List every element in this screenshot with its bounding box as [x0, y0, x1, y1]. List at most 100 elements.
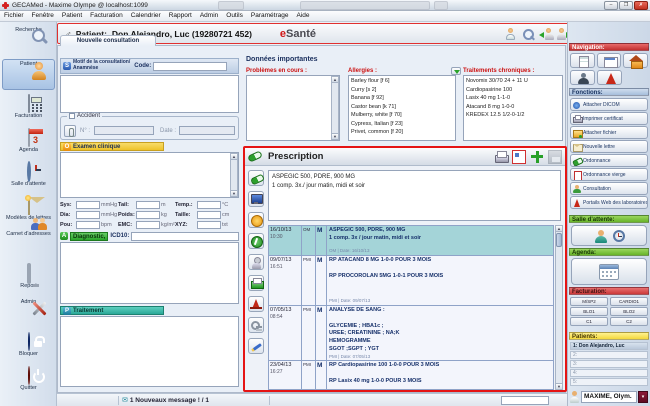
accident-checkbox[interactable]: [69, 113, 75, 119]
patient-slot-5[interactable]: 5:: [570, 378, 648, 386]
allergy-item[interactable]: Castor bean [k 71]: [351, 103, 453, 112]
allergy-item[interactable]: Banana [f 92]: [351, 94, 453, 103]
menu-item-calendrier[interactable]: Calendrier: [127, 11, 165, 21]
anamnese-textarea[interactable]: [60, 75, 239, 113]
fact-blo1-button[interactable]: BLO1: [570, 307, 608, 316]
allergy-item[interactable]: Curry [s 2]: [351, 86, 453, 95]
search-patient-button[interactable]: [521, 27, 535, 41]
consultation-button[interactable]: Consultation: [570, 182, 648, 195]
sidebar-item-facturation[interactable]: Facturation: [2, 93, 55, 124]
add-prescription-button[interactable]: [530, 150, 544, 164]
sidebar-item-agenda[interactable]: 3Agenda: [2, 127, 55, 158]
diagnostic-textarea[interactable]: [60, 242, 239, 304]
taille-input[interactable]: [197, 211, 221, 219]
allergy-item[interactable]: Mulberry, white [f 70]: [351, 111, 453, 120]
menu-item-outils[interactable]: Outils: [222, 11, 247, 21]
nav-home-button[interactable]: [623, 53, 648, 68]
minimize-button[interactable]: –: [604, 1, 618, 10]
fact-c2-button[interactable]: C2: [610, 317, 648, 326]
nav-document-button[interactable]: [570, 53, 595, 68]
print-prescription-button[interactable]: [494, 150, 508, 164]
salle-attente-button[interactable]: [571, 225, 647, 246]
poids-input[interactable]: [136, 211, 160, 219]
doctor-icon-button[interactable]: [503, 27, 517, 41]
examen-scrollbar[interactable]: ▲ ▼: [230, 153, 238, 197]
nav-card-button[interactable]: [597, 53, 622, 68]
keys-tool-button[interactable]: [248, 317, 264, 333]
fact-c1-button[interactable]: C1: [570, 317, 608, 326]
pen-tool-button[interactable]: [248, 338, 264, 354]
nouvelle-lettre-button[interactable]: Nouvelle lettre: [570, 140, 648, 153]
allergy-item[interactable]: Privet, common [f 20]: [351, 128, 453, 137]
new-message-status[interactable]: 1 Nouveaux message ! / 1: [130, 397, 209, 404]
prescription-row[interactable]: 16/10/1310:30 OM M ASPEGIC 500, PDRE, 90…: [269, 226, 553, 256]
paperclip-icon-button[interactable]: [64, 125, 76, 137]
coin-tool-button[interactable]: [248, 212, 264, 228]
prescription-row[interactable]: 07/05/1308:54 PMI M ANALYSE DE SANG : GL…: [269, 306, 553, 361]
tail-input[interactable]: [136, 201, 160, 209]
prescription-row[interactable]: 09/07/1316:51 PMI M RP ATACAND 8 MG 1-0-…: [269, 256, 553, 306]
sidebar-item-recherche[interactable]: Recherche: [2, 25, 55, 56]
traitement-textarea[interactable]: [60, 316, 239, 387]
allergy-item[interactable]: Cypress, Italian [f 23]: [351, 120, 453, 129]
menu-item-admin[interactable]: Admin: [196, 11, 222, 21]
prescription-editor[interactable]: ASPEGIC 500, PDRE, 900 MG 1 comp. 3x./ j…: [268, 170, 561, 221]
menu-item-patient[interactable]: Patient: [58, 11, 86, 21]
agenda-button[interactable]: [571, 258, 647, 285]
allergy-item[interactable]: Barley flour [f 6]: [351, 77, 453, 86]
menu-item-aide[interactable]: Aide: [292, 11, 313, 21]
person-tool-button[interactable]: [248, 254, 264, 270]
sidebar-item-patient[interactable]: Patient: [2, 59, 55, 90]
attacher-dicom-button[interactable]: Attacher DICOM: [570, 98, 648, 111]
patient-slot-1[interactable]: 1: Don Alejandro, Luc: [570, 342, 648, 350]
portails-web-laboratoires-button[interactable]: Portails Web des laboratoires: [570, 196, 648, 209]
close-button[interactable]: ✗: [634, 1, 648, 10]
patient-slot-2[interactable]: 2:: [570, 351, 648, 359]
previous-patient-button[interactable]: [539, 27, 553, 41]
sidebar-item-admin[interactable]: Admin: [2, 297, 55, 328]
sidebar-item-modeles-lettres[interactable]: Modèles de lettres: [2, 195, 55, 226]
fact-cardio1-button[interactable]: CARDIO1: [610, 297, 648, 306]
preview-prescription-button[interactable]: [512, 150, 526, 164]
nav-lab-button[interactable]: [597, 70, 622, 85]
allergies-add-button[interactable]: [451, 67, 461, 75]
dia-input[interactable]: [76, 211, 100, 219]
chronique-item[interactable]: Novomix 30/70 24 + 11 U: [466, 77, 560, 86]
accident-checkbox-row[interactable]: Accident: [67, 113, 102, 119]
ordonnance-button[interactable]: Ordonnance: [570, 154, 648, 167]
sidebar-item-report[interactable]: Report: [2, 263, 55, 294]
prescription-scrollbar[interactable]: ▲ ▼: [555, 225, 563, 390]
menu-item-rapport[interactable]: Rapport: [165, 11, 196, 21]
sidebar-item-salle-attente[interactable]: Salle d'attente: [2, 161, 55, 192]
lab-tool-button[interactable]: [248, 296, 264, 312]
chroniques-listbox[interactable]: Novomix 30/70 24 + 11 U Cardiopasirine 1…: [463, 75, 563, 141]
restore-button[interactable]: ❐: [619, 1, 633, 10]
menu-item-fichier[interactable]: Fichier: [0, 11, 28, 21]
chronique-item[interactable]: Lasix 40 mg 1-1-0: [466, 94, 560, 103]
patient-slot-3[interactable]: 3:: [570, 360, 648, 368]
sidebar-item-carnet-adresses[interactable]: Carnet d'adresses: [2, 229, 55, 260]
sidebar-item-bloquer[interactable]: Bloquer: [2, 331, 55, 362]
medication-tool-button[interactable]: [248, 170, 264, 186]
printer-tool-button[interactable]: [248, 275, 264, 291]
scrollbar-thumb[interactable]: [556, 233, 562, 247]
ordonnance-vierge-button[interactable]: Ordonnance vierge: [570, 168, 648, 181]
user-dropdown-button[interactable]: ▾: [638, 391, 648, 403]
attacher-fichier-button[interactable]: Attacher fichier: [570, 126, 648, 139]
fact-msp2-button[interactable]: M/SP2: [570, 297, 608, 306]
emc-input[interactable]: [136, 221, 160, 229]
examen-textarea[interactable]: ▲ ▼: [60, 152, 239, 198]
chronique-item[interactable]: KREDEX 12.5 1/2-0-1/2: [466, 111, 560, 120]
pou-input[interactable]: [76, 221, 100, 229]
activity-tool-button[interactable]: [248, 233, 264, 249]
icd10-input[interactable]: [131, 232, 239, 241]
problemes-scrollbar[interactable]: ▲ ▼: [331, 76, 339, 140]
allergies-listbox[interactable]: Barley flour [f 6] Curry [s 2] Banana [f…: [348, 75, 456, 141]
menu-item-facturation[interactable]: Facturation: [86, 11, 127, 21]
screen-tool-button[interactable]: [248, 191, 264, 207]
menu-item-parametrage[interactable]: Paramétrage: [247, 11, 293, 21]
prescription-row[interactable]: 23/04/1316:27 PMI M RP Cardiopasirine 10…: [269, 361, 553, 390]
nav-person-button[interactable]: [570, 70, 595, 85]
tab-nouvelle-consultation[interactable]: Nouvelle consultation: [60, 35, 156, 46]
statusbar-input[interactable]: [501, 396, 549, 405]
